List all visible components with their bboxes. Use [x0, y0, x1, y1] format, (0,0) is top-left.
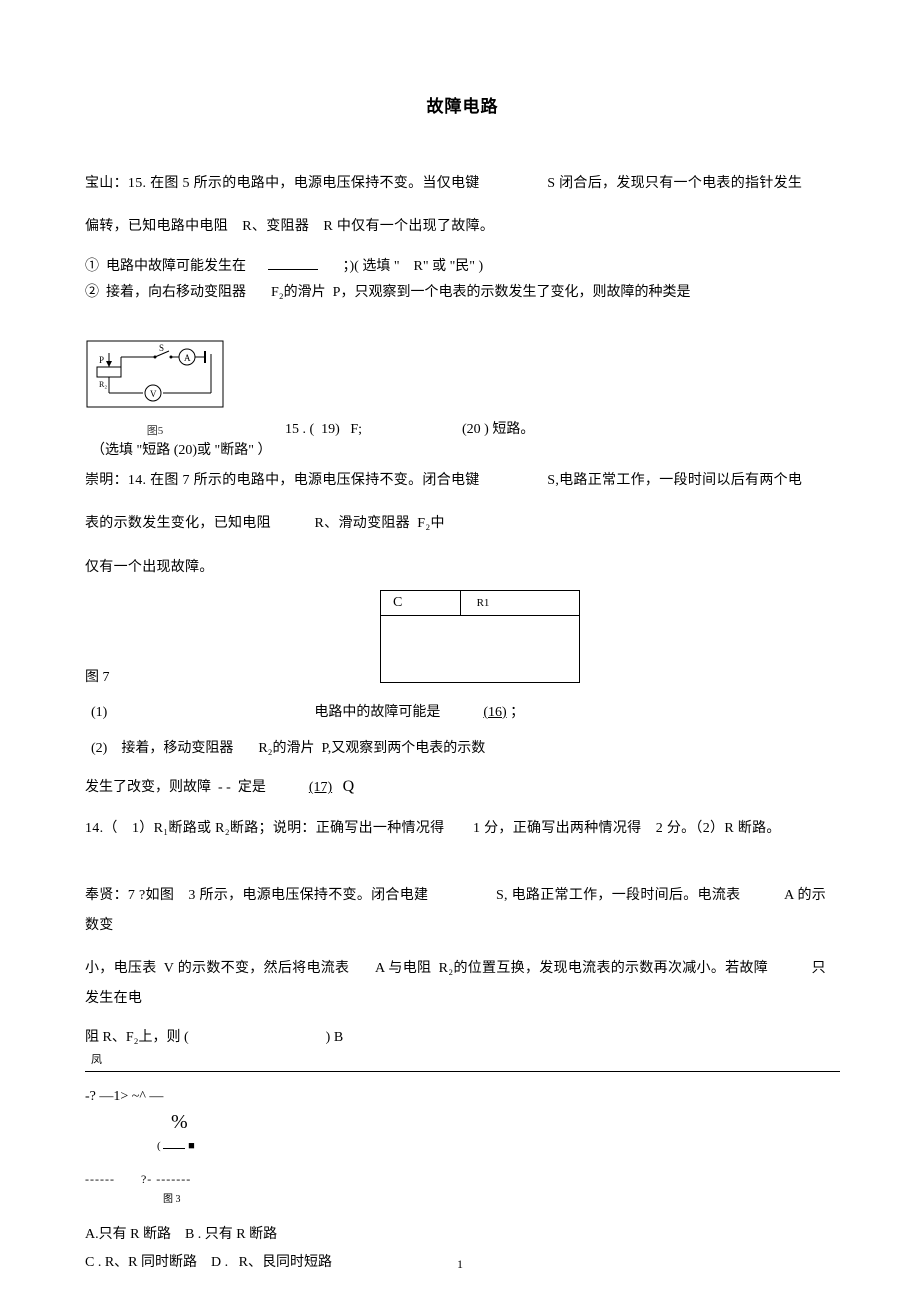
horizontal-rule [85, 1071, 840, 1072]
fig7-cell-c: C [381, 591, 461, 616]
figure-5-caption: 图5 [85, 424, 225, 439]
fengxian-line2-a: 小，电压表 V 的示数不变，然后将电流表 [85, 961, 349, 976]
figure-5: P R₂ S A V [85, 339, 840, 416]
fengxian-line3-b: ) B [326, 1030, 344, 1045]
fengxian-dash: ------ ?- ------- [85, 1170, 840, 1189]
chongming-q1-semi: ； [510, 705, 524, 720]
fengxian-paren: ( ■ [85, 1136, 840, 1156]
chongming-q2-b: R₂的滑片 P,又观察到两个电表的示数 [258, 741, 485, 756]
figure-3-caption: 图 3 [85, 1193, 840, 1207]
fig7-cell-r1: R1 [460, 591, 579, 616]
page-title: 故障电路 [85, 95, 840, 119]
baoshan-item1: ① 电路中故障可能发生在 ；)( 选填 " R" 或 "民" ) [85, 256, 840, 278]
baoshan-ans-note: （选填 "短路 (20)或 "断路" ） [85, 440, 840, 462]
chongming-lead: 崇明：14. 在图 7 所示的电路中，电源电压保持不变。闭合电键 S,电路正常工… [85, 466, 840, 495]
chongming-q3-q: Q [343, 778, 355, 795]
figure-7-box: C R1 [380, 590, 580, 683]
baoshan-item1-b: ；)( 选填 " R" 或 "民" ) [343, 259, 484, 274]
chongming-q1-blank: (16) [483, 705, 506, 720]
chongming-answer: 14.（ 1）R₁断路或 R₂断路；说明：正确写出一种情况得 1 分，正确写出两… [85, 814, 840, 843]
fengxian-ri: 凤 [85, 1053, 840, 1068]
chongming-lead-a: 崇明：14. 在图 7 所示的电路中，电源电压保持不变。闭合电键 [85, 473, 480, 488]
baoshan-item2: ② 接着，向右移动变阻器 F₂的滑片 P，只观察到一个电表的示数发生了变化，则故… [85, 282, 840, 304]
fengxian-lead: 奉贤：7 ?如图 3 所示，电源电压保持不变。闭合电建 S, 电路正常工作，一段… [85, 881, 840, 940]
svg-text:S: S [159, 343, 164, 353]
svg-text:A: A [184, 353, 191, 363]
chongming-q2-a: (2) 接着，移动变阻器 [91, 741, 233, 756]
fengxian-draw1: -? —1> ~^ — [85, 1086, 840, 1108]
baoshan-lead-s: S 闭合后，发现只有一个电表的指针发生 [547, 176, 802, 191]
circuit-diagram-icon: P R₂ S A V [85, 339, 225, 409]
chongming-q3-blank: (17) [309, 780, 332, 795]
chongming-q3: 发生了改变，则故障 - - 定是 (17) Q [85, 774, 840, 800]
svg-text:P: P [99, 355, 104, 365]
chongming-line2-b: R、滑动变阻器 F₂中 [315, 516, 445, 531]
chongming-q2: (2) 接着，移动变阻器 R₂的滑片 P,又观察到两个电表的示数 [85, 738, 840, 760]
baoshan-ans-a: 15 . ( 19) F; [285, 420, 362, 440]
chongming-q1-b: 电路中的故障可能是 [314, 705, 440, 720]
chongming-line2: 表的示数发生变化，已知电阻 R、滑动变阻器 F₂中 [85, 509, 840, 538]
fengxian-lead-s: S, 电路正常工作，一段时间后。电流表 [496, 888, 741, 903]
baoshan-answer-row: 图5 15 . ( 19) F; (20 ) 短路。 [85, 420, 840, 440]
chongming-q1-a: (1) [91, 705, 107, 720]
chongming-q3-a: 发生了改变，则故障 - - 定是 [85, 780, 266, 795]
baoshan-lead: 宝山：15. 在图 5 所示的电路中，电源电压保持不变。当仅电键 S 闭合后，发… [85, 169, 840, 198]
fengxian-opt-ab: A.只有 R 断路 B . 只有 R 断路 [85, 1225, 840, 1245]
chongming-line3: 仅有一个出现故障。 [85, 553, 840, 582]
chongming-q1: (1) 电路中的故障可能是 (16) ； [85, 702, 840, 724]
svg-text:V: V [150, 389, 157, 399]
baoshan-item2-b: F₂的滑片 P，只观察到一个电表的示数发生了变化，则故障的种类是 [271, 285, 690, 300]
fengxian-line2-b: A 与电阻 R₂的位置互换，发现电流表的示数再次减小。若故障 [375, 961, 768, 976]
baoshan-lead-a: 宝山：15. 在图 5 所示的电路中，电源电压保持不变。当仅电键 [85, 176, 480, 191]
fengxian-lead-a: 奉贤：7 ?如图 3 所示，电源电压保持不变。闭合电建 [85, 888, 428, 903]
svg-text:R₂: R₂ [99, 380, 107, 389]
baoshan-ans-b: (20 ) 短路。 [462, 420, 534, 440]
fengxian-line2: 小，电压表 V 的示数不变，然后将电流表 A 与电阻 R₂的位置互换，发现电流表… [85, 954, 840, 1013]
baoshan-item1-a: ① 电路中故障可能发生在 [85, 259, 246, 274]
chongming-line2-a: 表的示数发生变化，已知电阻 [85, 516, 271, 531]
baoshan-item2-a: ② 接着，向右移动变阻器 [85, 285, 246, 300]
fengxian-line3: 阻 R、F₂上，则 ( ) B [85, 1027, 840, 1049]
fengxian-percent: % [85, 1112, 840, 1132]
chongming-lead-s: S,电路正常工作，一段时间以后有两个电 [547, 473, 802, 488]
fengxian-line3-a: 阻 R、F₂上，则 ( [85, 1030, 189, 1045]
page-number: 1 [0, 1256, 920, 1273]
fill-blank [268, 257, 318, 270]
baoshan-lead2: 偏转，已知电路中电阻 R、变阻器 R 中仅有一个出现了故障。 [85, 212, 840, 241]
